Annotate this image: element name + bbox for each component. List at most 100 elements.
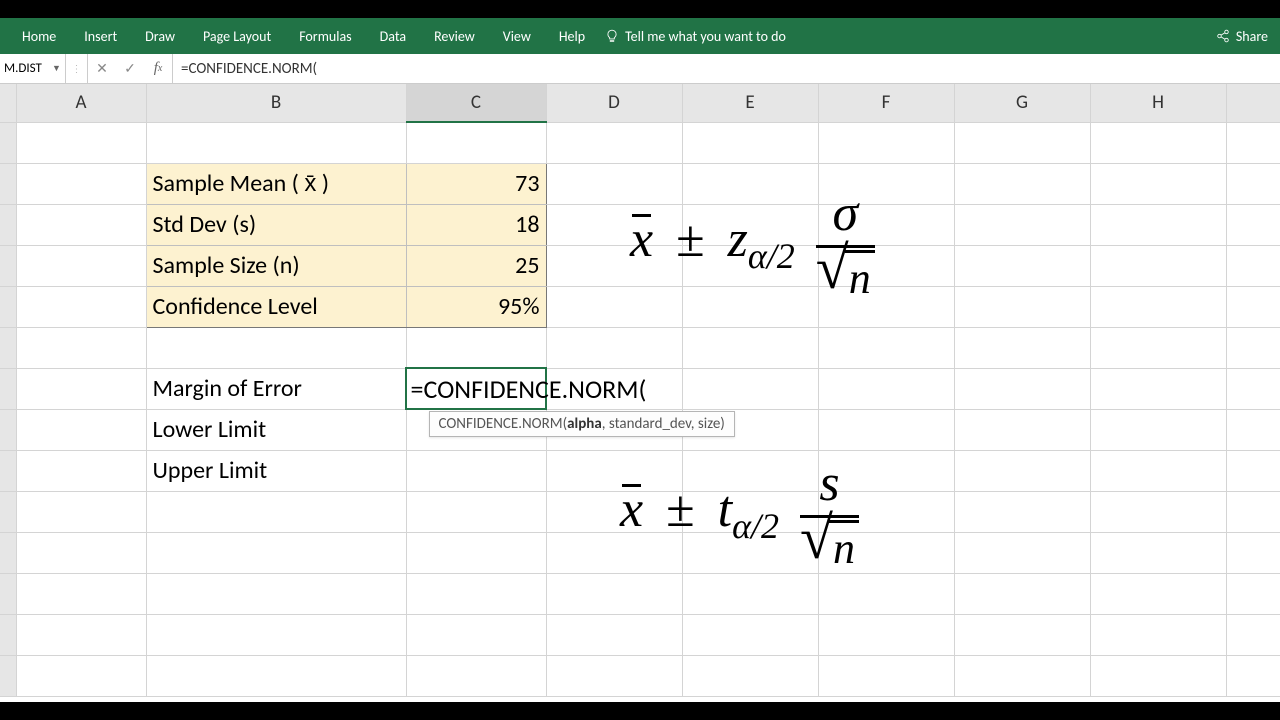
cell[interactable]	[16, 122, 146, 163]
cell[interactable]	[1090, 368, 1226, 409]
cell[interactable]	[954, 245, 1090, 286]
cell[interactable]	[1226, 655, 1280, 696]
cell-B9[interactable]: Upper Limit	[146, 450, 406, 491]
cell[interactable]	[818, 204, 954, 245]
tab-data[interactable]: Data	[366, 18, 420, 54]
cell[interactable]	[682, 245, 818, 286]
cell[interactable]	[546, 450, 682, 491]
name-box-dropdown-icon[interactable]: ▼	[52, 63, 61, 74]
cell[interactable]	[1226, 327, 1280, 368]
worksheet-grid[interactable]: A B C D E F G H Sample Mean ( x̄ ) 73	[0, 84, 1280, 702]
cell[interactable]	[954, 327, 1090, 368]
cell[interactable]	[146, 327, 406, 368]
cell[interactable]	[954, 614, 1090, 655]
row-header[interactable]	[0, 122, 16, 163]
cell-B3[interactable]: Std Dev (s)	[146, 204, 406, 245]
cell[interactable]	[818, 368, 954, 409]
cell[interactable]	[406, 122, 546, 163]
cell[interactable]	[682, 204, 818, 245]
cell[interactable]	[16, 163, 146, 204]
cell[interactable]	[1226, 532, 1280, 573]
cell-C4[interactable]: 25	[406, 245, 546, 286]
cell[interactable]	[16, 491, 146, 532]
row-header[interactable]	[0, 450, 16, 491]
row-header[interactable]	[0, 573, 16, 614]
cell[interactable]	[1226, 409, 1280, 450]
share-button[interactable]: Share	[1216, 28, 1272, 45]
cell[interactable]	[1226, 573, 1280, 614]
name-box[interactable]: ▼	[0, 54, 66, 83]
cell[interactable]	[146, 532, 406, 573]
cell[interactable]	[146, 491, 406, 532]
cell[interactable]	[546, 286, 682, 327]
col-header-D[interactable]: D	[546, 84, 682, 122]
cell[interactable]	[16, 573, 146, 614]
cell[interactable]	[1226, 286, 1280, 327]
row-header[interactable]	[0, 286, 16, 327]
cell[interactable]	[954, 450, 1090, 491]
tab-draw[interactable]: Draw	[131, 18, 189, 54]
tab-page-layout[interactable]: Page Layout	[189, 18, 285, 54]
cell[interactable]	[818, 163, 954, 204]
cell[interactable]	[1226, 614, 1280, 655]
cell[interactable]	[682, 368, 818, 409]
cell[interactable]	[1090, 491, 1226, 532]
cell-B5[interactable]: Confidence Level	[146, 286, 406, 327]
cell[interactable]	[1090, 122, 1226, 163]
col-header-E[interactable]: E	[682, 84, 818, 122]
col-header-A[interactable]: A	[16, 84, 146, 122]
cell[interactable]	[546, 327, 682, 368]
cell[interactable]	[1226, 163, 1280, 204]
cell[interactable]	[682, 122, 818, 163]
cell[interactable]	[16, 204, 146, 245]
cell[interactable]	[1226, 491, 1280, 532]
cell[interactable]	[1090, 450, 1226, 491]
cell[interactable]	[954, 532, 1090, 573]
cell-B8[interactable]: Lower Limit	[146, 409, 406, 450]
cell[interactable]	[146, 655, 406, 696]
col-header-B[interactable]: B	[146, 84, 406, 122]
row-header[interactable]	[0, 491, 16, 532]
cell[interactable]	[954, 655, 1090, 696]
tab-view[interactable]: View	[489, 18, 545, 54]
cell[interactable]	[16, 655, 146, 696]
cell[interactable]	[1090, 573, 1226, 614]
cell[interactable]	[1090, 327, 1226, 368]
cell[interactable]	[406, 573, 546, 614]
cell[interactable]	[406, 655, 546, 696]
cell[interactable]	[1226, 122, 1280, 163]
cell-B2[interactable]: Sample Mean ( x̄ )	[146, 163, 406, 204]
cell[interactable]	[954, 163, 1090, 204]
cell[interactable]	[406, 532, 546, 573]
cell[interactable]	[818, 573, 954, 614]
row-header[interactable]	[0, 368, 16, 409]
cell[interactable]	[954, 204, 1090, 245]
row-header[interactable]	[0, 409, 16, 450]
cell[interactable]	[546, 245, 682, 286]
cell[interactable]	[16, 614, 146, 655]
cell[interactable]	[546, 573, 682, 614]
cell[interactable]	[954, 491, 1090, 532]
cell[interactable]	[1226, 450, 1280, 491]
cell[interactable]	[406, 327, 546, 368]
col-header-extra[interactable]	[1226, 84, 1280, 122]
cell[interactable]	[1090, 204, 1226, 245]
cell[interactable]	[546, 491, 682, 532]
cell[interactable]	[682, 532, 818, 573]
cell[interactable]	[546, 122, 682, 163]
cell[interactable]	[406, 491, 546, 532]
cell-C7-editing[interactable]: =CONFIDENCE.NORM( CONFIDENCE.NORM(alpha,…	[406, 368, 546, 409]
cell[interactable]	[146, 573, 406, 614]
cell[interactable]	[818, 450, 954, 491]
enter-button[interactable]: ✓	[116, 60, 144, 77]
cell[interactable]	[682, 327, 818, 368]
cell[interactable]	[406, 614, 546, 655]
col-header-G[interactable]: G	[954, 84, 1090, 122]
cell[interactable]	[1226, 204, 1280, 245]
cell-C5[interactable]: 95%	[406, 286, 546, 327]
tell-me-search[interactable]: Tell me what you want to do	[605, 28, 786, 45]
cell[interactable]	[818, 655, 954, 696]
formula-bar-input[interactable]: =CONFIDENCE.NORM(	[173, 54, 1280, 83]
cancel-button[interactable]: ✕	[88, 60, 116, 77]
cell-B4[interactable]: Sample Size (n)	[146, 245, 406, 286]
